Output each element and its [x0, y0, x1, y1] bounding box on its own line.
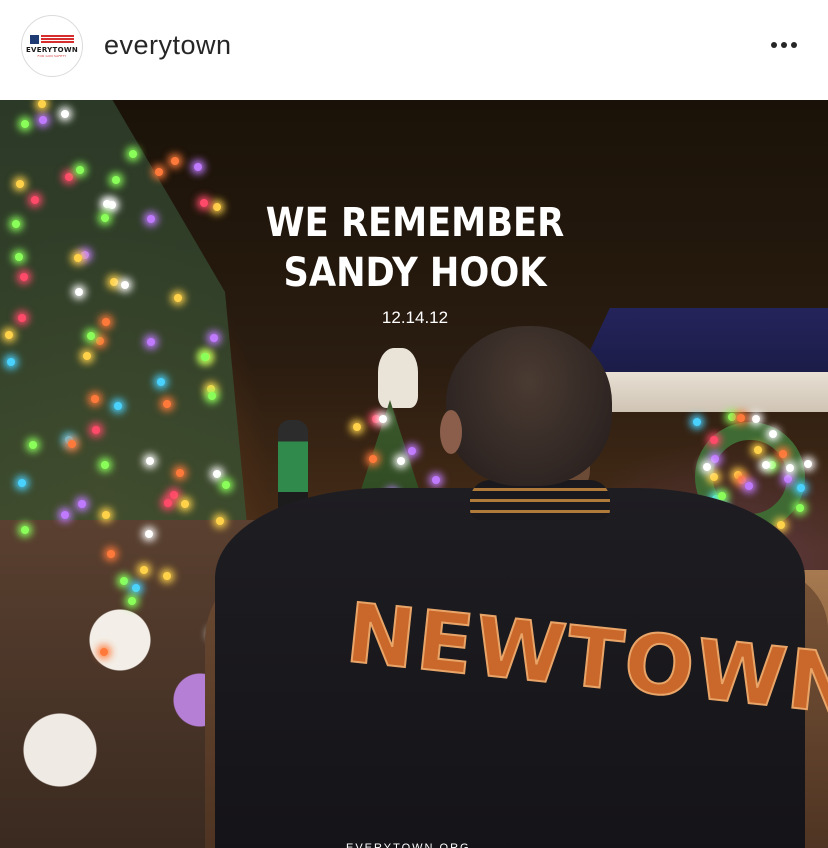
more-options-button[interactable]	[762, 30, 806, 60]
memorial-date: 12.14.12	[381, 308, 449, 327]
light-bulb	[15, 180, 24, 189]
light-bulb	[6, 358, 15, 367]
light-bulb	[20, 525, 29, 534]
light-bulb	[101, 213, 110, 222]
light-bulb	[368, 454, 377, 463]
light-bulb	[193, 162, 202, 171]
ear	[440, 410, 462, 454]
light-bulb	[213, 202, 222, 211]
light-bulb	[64, 173, 73, 182]
light-bulb	[17, 478, 26, 487]
light-bulb	[803, 459, 812, 468]
light-bulb	[777, 520, 786, 529]
light-bulb	[162, 400, 171, 409]
light-bulb	[180, 499, 189, 508]
light-bulb	[77, 500, 86, 509]
footer-url: EVERYTOWN.ORG	[346, 842, 471, 848]
light-bulb	[112, 175, 121, 184]
light-bulb	[144, 529, 153, 538]
avatar-logo-subtext: FOR GUN SAFETY	[37, 53, 67, 58]
jacket-collar	[470, 480, 610, 520]
headline: WE REMEMBER SANDY HOOK	[252, 198, 578, 298]
light-bulb	[215, 517, 224, 526]
profile-avatar[interactable]: EVERYTOWN FOR GUN SAFETY	[21, 15, 83, 77]
light-bulb	[80, 250, 89, 259]
light-bulb	[14, 252, 23, 261]
light-bulb	[407, 446, 416, 455]
light-bulb	[156, 378, 165, 387]
light-bulb	[154, 167, 163, 176]
angel-figure	[378, 348, 418, 408]
light-bulb	[4, 330, 13, 339]
light-bulb	[173, 294, 182, 303]
light-bulb	[170, 490, 179, 499]
light-bulb	[75, 166, 84, 175]
light-bulb	[200, 352, 209, 361]
light-bulb	[693, 417, 702, 426]
light-bulb	[17, 314, 26, 323]
light-bulb	[106, 550, 115, 559]
light-bulb	[786, 463, 795, 472]
light-bulb	[86, 332, 95, 341]
username-link[interactable]: everytown	[104, 30, 232, 61]
light-bulb	[795, 503, 804, 512]
light-bulb	[751, 414, 760, 423]
man-head	[446, 326, 612, 486]
light-bulb	[163, 498, 172, 507]
light-bulb	[131, 584, 140, 593]
light-bulb	[146, 456, 155, 465]
light-bulb	[128, 149, 137, 158]
light-bulb	[717, 491, 726, 500]
light-bulb	[709, 473, 718, 482]
light-bulb	[68, 439, 77, 448]
tent-valance	[604, 372, 828, 412]
light-bulb	[431, 476, 440, 485]
light-bulb	[82, 351, 91, 360]
light-bulb	[397, 456, 405, 465]
avatar-logo-text: EVERYTOWN	[25, 45, 79, 54]
light-bulb	[797, 483, 806, 492]
light-bulb	[101, 317, 110, 326]
post-image[interactable]: NEWTOWN WE REMEMBER SANDY HOOK 12.14.12 …	[0, 100, 828, 848]
light-bulb	[353, 422, 362, 431]
light-bulb	[378, 414, 387, 423]
light-bulb	[702, 462, 711, 471]
light-bulb	[90, 394, 99, 403]
tent-canopy	[580, 308, 828, 372]
light-bulb	[744, 481, 753, 490]
light-bulb	[38, 116, 47, 125]
light-bulb	[200, 198, 208, 207]
flag-logo-icon	[30, 34, 74, 44]
light-bulb	[28, 441, 37, 450]
light-bulb	[727, 412, 736, 421]
light-bulb	[170, 156, 179, 165]
headline-line-1: WE REMEMBER	[265, 200, 565, 246]
headline-line-2: SANDY HOOK	[283, 250, 547, 296]
light-bulb	[736, 414, 745, 423]
post-header: EVERYTOWN FOR GUN SAFETY everytown	[0, 0, 828, 100]
more-horizontal-icon	[771, 42, 777, 48]
light-bulb	[100, 460, 109, 469]
light-bulb	[120, 576, 129, 585]
light-bulb	[778, 449, 787, 458]
